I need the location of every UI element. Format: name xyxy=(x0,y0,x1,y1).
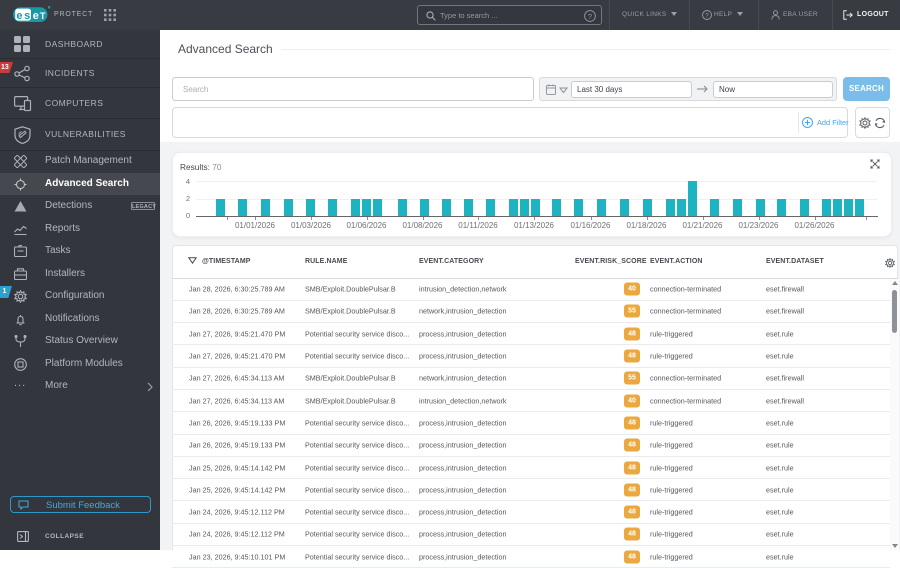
svg-text:?: ? xyxy=(588,12,592,21)
svg-text:es: es xyxy=(16,10,30,22)
svg-text:T: T xyxy=(40,11,46,22)
svg-text:e: e xyxy=(33,10,39,22)
svg-text:?: ? xyxy=(705,12,709,19)
